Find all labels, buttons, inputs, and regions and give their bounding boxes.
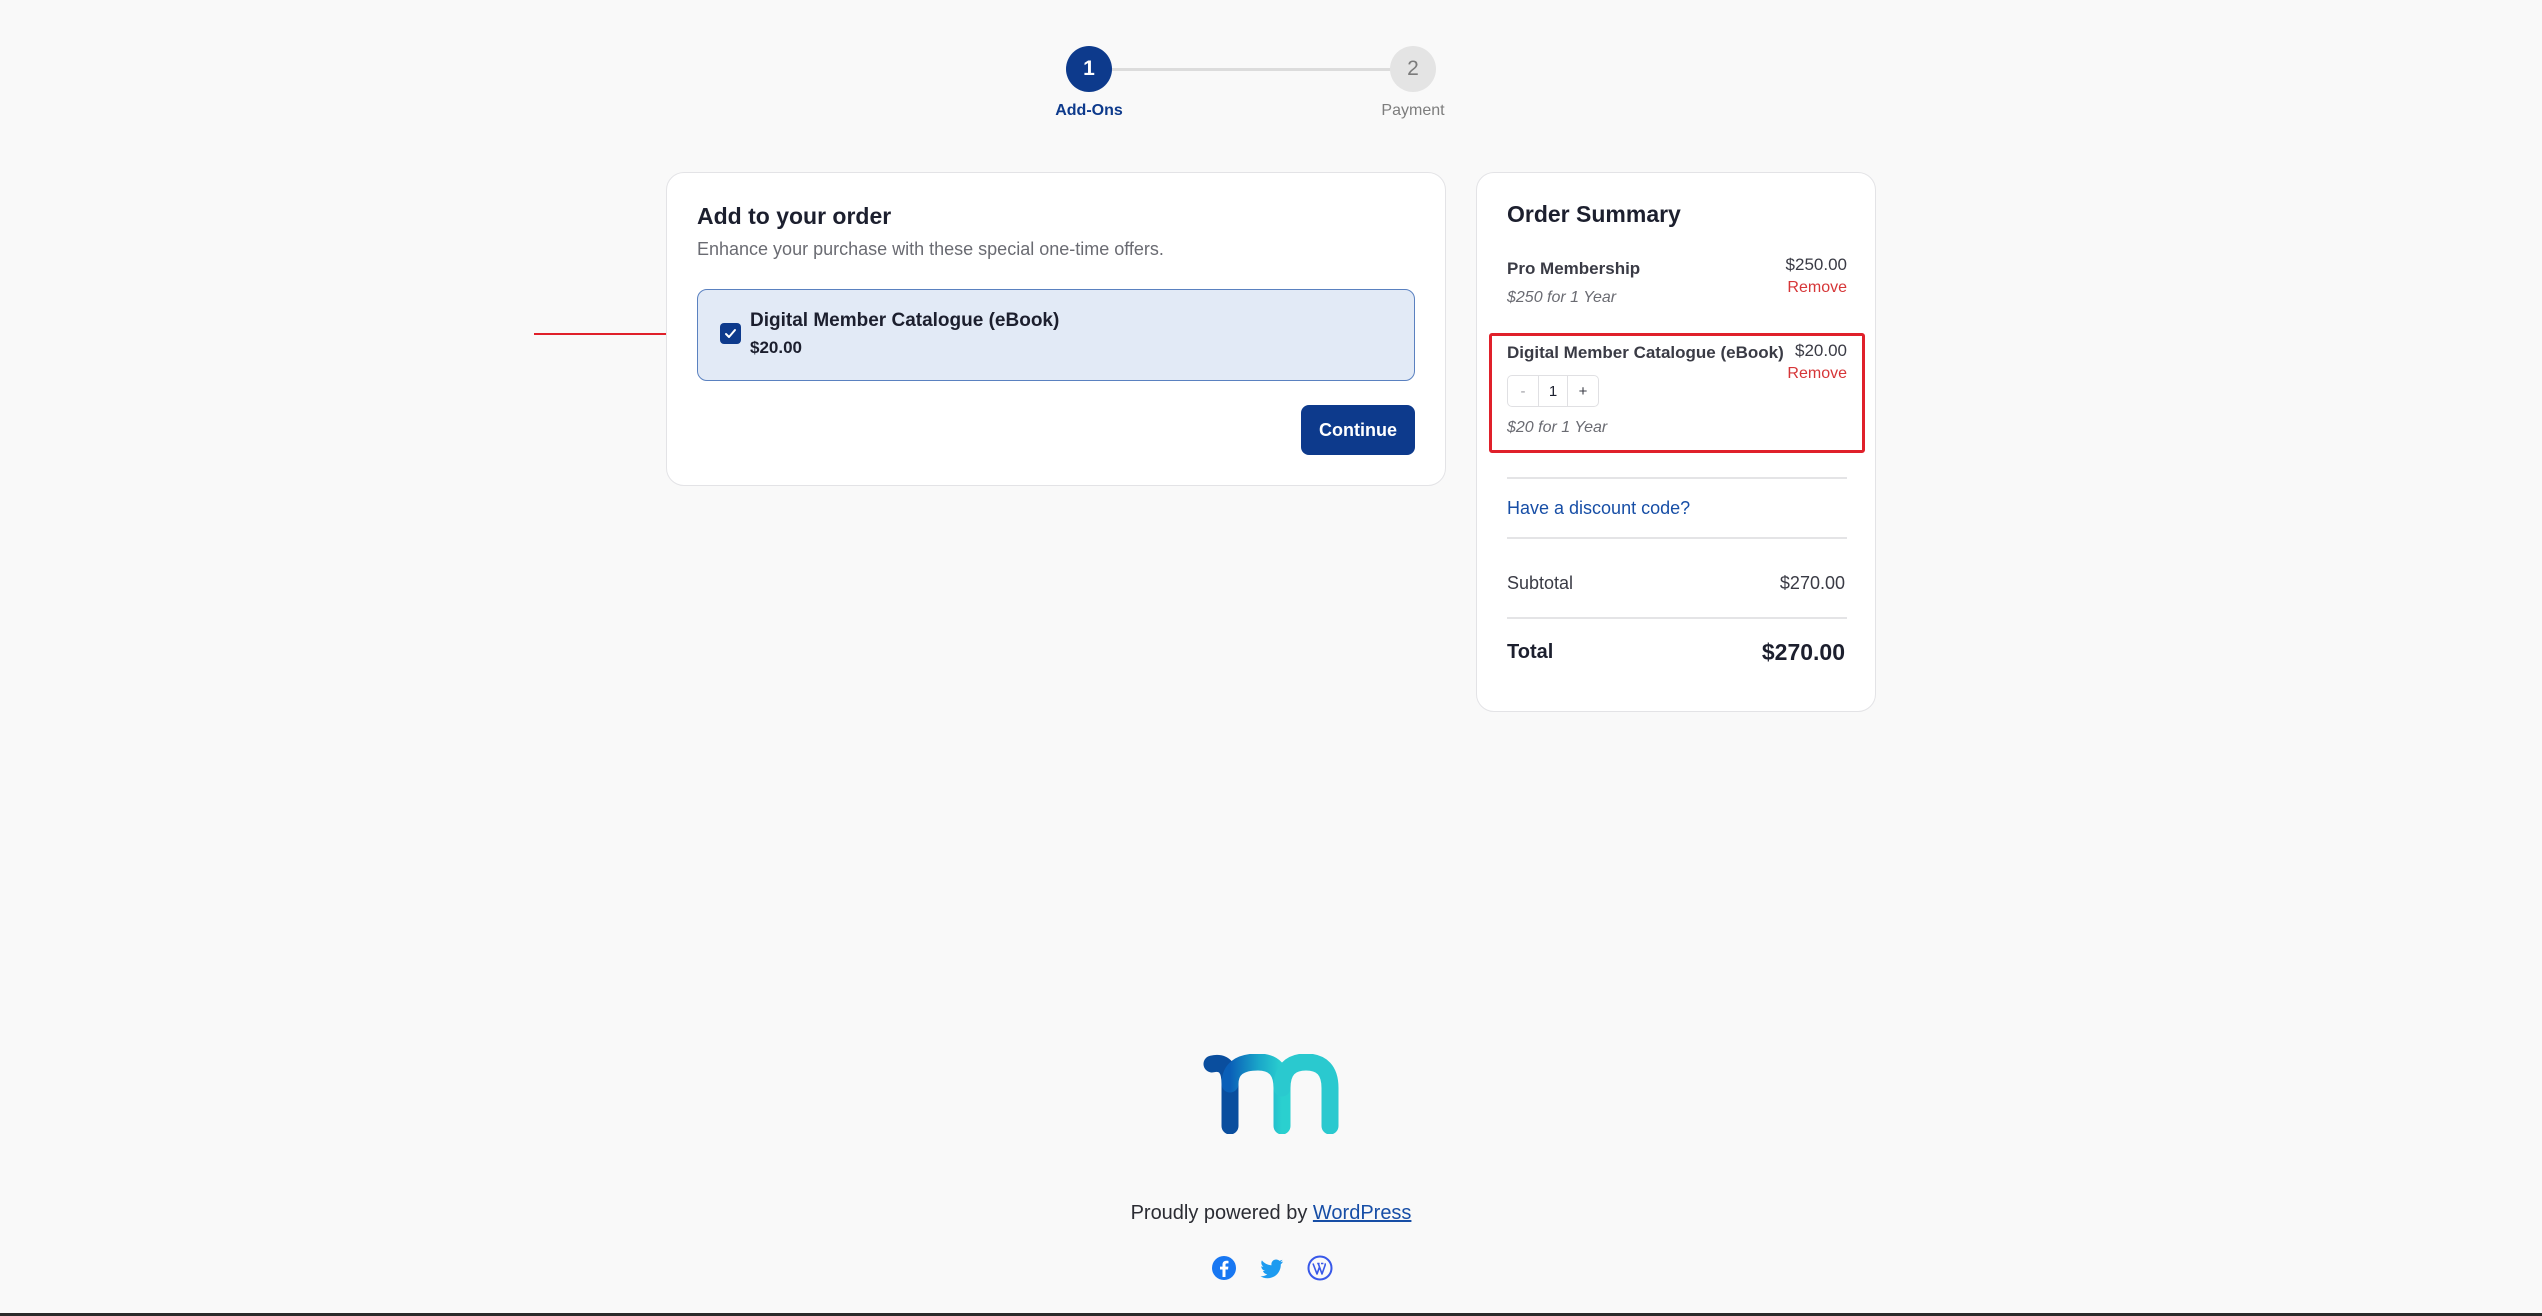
wordpress-icon[interactable] <box>1306 1254 1334 1282</box>
summary-item-pro-membership: Pro Membership $250.00 Remove $250 for 1… <box>1507 255 1847 319</box>
step-number-2: 2 <box>1390 46 1436 92</box>
step-label-add-ons: Add-Ons <box>1055 102 1123 119</box>
social-links <box>1210 1254 1334 1284</box>
summary-item-name: Pro Membership <box>1507 259 1641 278</box>
addons-subtitle: Enhance your purchase with these special… <box>697 239 1164 259</box>
summary-item-price: $250.00 <box>1785 255 1847 274</box>
check-icon <box>725 329 736 338</box>
addon-checkbox[interactable] <box>720 323 741 344</box>
quantity-decrease-button[interactable]: - <box>1508 376 1538 406</box>
remove-ebook-button[interactable]: Remove <box>1787 365 1847 383</box>
order-summary-title: Order Summary <box>1507 201 1681 227</box>
summary-item-price: $20.00 <box>1795 341 1847 360</box>
quantity-stepper: - 1 + <box>1507 375 1599 407</box>
step-number-1: 1 <box>1066 46 1112 92</box>
twitter-icon[interactable] <box>1258 1254 1286 1282</box>
continue-button[interactable]: Continue <box>1301 405 1415 455</box>
quantity-value[interactable]: 1 <box>1538 376 1568 406</box>
checkout-stepper: 1 Add-Ons 2 Payment <box>1055 46 1448 126</box>
order-summary-card: Order Summary Pro Membership $250.00 Rem… <box>1476 172 1876 712</box>
addon-name: Digital Member Catalogue (eBook) <box>750 310 1060 331</box>
step-add-ons[interactable]: 1 Add-Ons <box>1029 46 1149 120</box>
summary-item-period: $20 for 1 Year <box>1507 419 1608 436</box>
powered-by-prefix: Proudly powered by <box>1130 1202 1313 1224</box>
quantity-increase-button[interactable]: + <box>1568 376 1598 406</box>
page: 1 Add-Ons 2 Payment Add to your order En… <box>0 0 2542 1316</box>
divider <box>1507 617 1847 619</box>
summary-item-ebook: Digital Member Catalogue (eBook) $20.00 … <box>1507 341 1847 443</box>
step-label-payment: Payment <box>1381 102 1445 119</box>
subtotal-label: Subtotal <box>1507 573 1574 593</box>
divider <box>1507 477 1847 479</box>
remove-pro-membership-button[interactable]: Remove <box>1787 279 1847 297</box>
addons-card: Add to your order Enhance your purchase … <box>666 172 1446 486</box>
addon-price: $20.00 <box>750 338 802 357</box>
addons-title: Add to your order <box>697 203 892 229</box>
brand-logo <box>1203 1054 1339 1134</box>
step-payment[interactable]: 2 Payment <box>1353 46 1473 120</box>
total-label: Total <box>1507 641 1554 663</box>
powered-by-text: Proudly powered by WordPress <box>0 1202 2542 1225</box>
total-value: $270.00 <box>1761 639 1845 665</box>
summary-item-name: Digital Member Catalogue (eBook) <box>1507 343 1784 362</box>
addon-option[interactable]: Digital Member Catalogue (eBook) $20.00 <box>697 289 1415 381</box>
discount-code-link[interactable]: Have a discount code? <box>1507 498 1690 519</box>
divider <box>1507 537 1847 539</box>
subtotal-value: $270.00 <box>1779 573 1845 593</box>
summary-item-period: $250 for 1 Year <box>1507 289 1617 306</box>
facebook-icon[interactable] <box>1210 1254 1238 1282</box>
wordpress-link[interactable]: WordPress <box>1313 1202 1412 1224</box>
